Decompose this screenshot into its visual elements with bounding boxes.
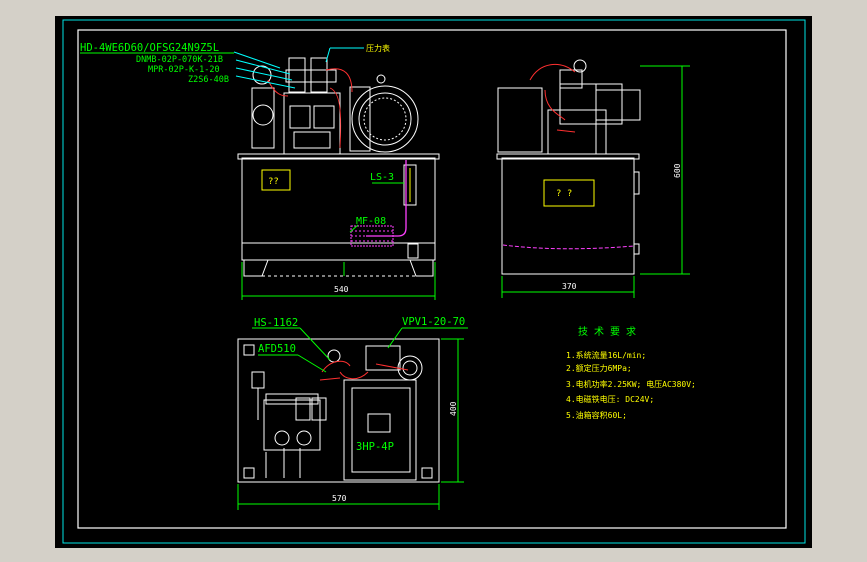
requirements-title: 技 术 要 求 <box>578 325 636 338</box>
requirement-item-3: 4.电磁铁电压: DC24V; <box>566 394 654 404</box>
motor-label: 3HP-4P <box>356 441 394 453</box>
front-width-dim: 540 <box>334 285 349 294</box>
requirement-item-1: 2.额定压力6MPa; <box>566 363 632 373</box>
pump-label: VPV1-20-70 <box>402 316 465 328</box>
pressure-gauge-label: 压力表 <box>366 43 390 53</box>
requirement-item-0: 1.系统流量16L/min; <box>566 350 646 360</box>
valve-label: HS-1162 <box>254 317 298 329</box>
level-gauge-label: LS-3 <box>370 172 394 183</box>
top-depth-dim: 400 <box>449 401 458 416</box>
valve-model-label: HD-4WE6D60/OFSG24N9Z5L <box>80 42 219 54</box>
requirement-item-2: 3.电机功率2.25KW; 电压AC380V; <box>566 379 696 389</box>
drawing-paper <box>55 16 812 548</box>
side-tank-tag: ? ? <box>556 189 572 199</box>
requirement-item-4: 5.油箱容积60L; <box>566 410 627 420</box>
breather-label: AFD510 <box>258 343 296 355</box>
top-width-dim: 570 <box>332 494 347 503</box>
part-label-0: DNMB-02P-070K-21B <box>136 55 223 65</box>
front-tank-tag: ?? <box>268 177 279 187</box>
side-width-dim: 370 <box>562 282 577 291</box>
side-height-dim: 600 <box>673 163 682 178</box>
filter-label: MF-08 <box>356 216 386 227</box>
part-label-1: MPR-02P-K-1-20 <box>148 65 220 75</box>
cad-drawing-canvas: HD-4WE6D60/OFSG24N9Z5L DNMB-02P-070K-21B… <box>55 16 812 548</box>
part-label-2: Z2S6-40B <box>188 75 229 85</box>
